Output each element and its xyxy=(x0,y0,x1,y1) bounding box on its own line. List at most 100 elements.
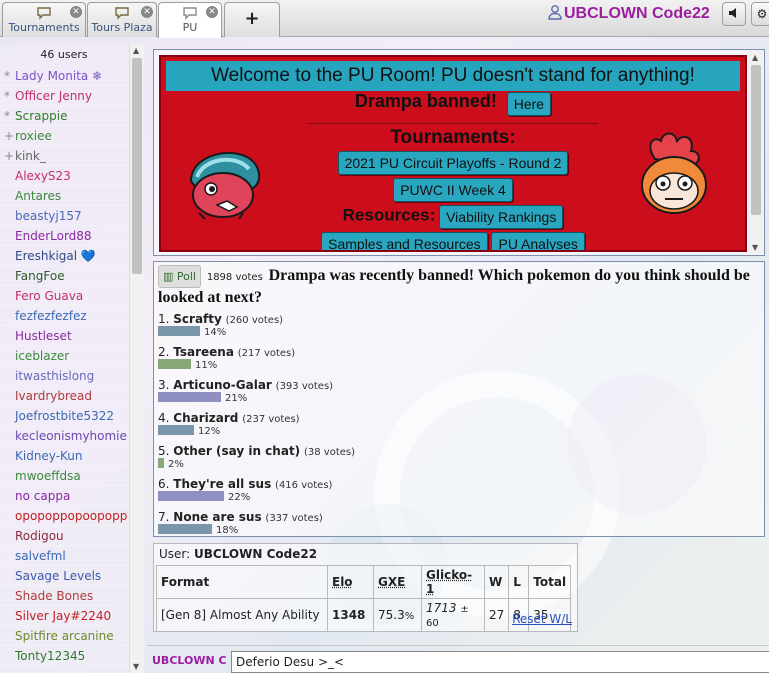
tab-label: Tours Plaza xyxy=(91,21,153,34)
scroll-down-icon[interactable]: ▼ xyxy=(752,243,758,252)
user-name: AlexyS23 xyxy=(15,169,71,183)
option-percent: 22% xyxy=(228,492,251,503)
user-name: Officer Jenny xyxy=(15,89,93,103)
user-menu[interactable]: UBCLOWN Code22 xyxy=(548,5,710,23)
user-list-item[interactable]: Ereshkigal 💙 xyxy=(0,246,128,266)
option-name: Tsareena xyxy=(173,345,234,359)
tab-tournaments[interactable]: Tournaments ✕ xyxy=(2,2,86,37)
tournament-link-puwc[interactable]: PUWC II Week 4 xyxy=(393,177,513,202)
resource-link-analyses[interactable]: PU Analyses xyxy=(491,231,585,250)
user-list-item[interactable]: fezfezfezfez xyxy=(0,306,128,326)
table-row: [Gen 8] Almost Any Ability 1348 75.3% 17… xyxy=(156,598,572,632)
user-list-scrollbar[interactable]: ▲ ▼ xyxy=(129,44,144,673)
user-list-item[interactable]: Rodigou xyxy=(0,526,128,546)
tab-pu[interactable]: PU ✕ xyxy=(158,2,222,38)
user-list-item[interactable]: Joefrostbite5322 xyxy=(0,406,128,426)
resource-link-samples[interactable]: Samples and Resources xyxy=(321,231,488,250)
user-list-item[interactable]: * Officer Jenny xyxy=(0,86,128,106)
option-name: Scrafty xyxy=(173,312,222,326)
user-list-item[interactable]: iceblazer xyxy=(0,346,128,366)
user-list-item[interactable]: EnderLord88 xyxy=(0,226,128,246)
user-rank: * xyxy=(4,89,10,103)
resource-link-viability[interactable]: Viability Rankings xyxy=(439,204,564,229)
user-list-item[interactable]: +roxiee xyxy=(0,126,128,146)
resources-heading: Resources: xyxy=(342,205,436,224)
option-bar xyxy=(158,491,224,501)
poll-badge: ▥ Poll xyxy=(158,265,201,288)
new-tab-button[interactable]: + xyxy=(224,2,280,37)
col-total: Total xyxy=(528,565,572,599)
option-percent: 18% xyxy=(216,525,239,536)
chat-log: Welcome to the PU Room! PU doesn't stand… xyxy=(147,44,769,640)
user-name: roxiee xyxy=(15,129,52,143)
user-rank: * xyxy=(4,109,10,123)
option-percent: 14% xyxy=(204,327,227,338)
user-name: FangFoe xyxy=(15,269,65,283)
option-name: Articuno-Galar xyxy=(173,378,272,392)
stats-username: UBCLOWN Code22 xyxy=(194,547,318,561)
option-votes: (260 votes) xyxy=(225,315,284,326)
col-glicko: Glicko-1 xyxy=(421,565,485,599)
user-list-item[interactable]: Silver Jay#2240 xyxy=(0,606,128,626)
user-list-item[interactable]: Shade Bones xyxy=(0,586,128,606)
user-name: beastyj157 xyxy=(15,209,82,223)
user-list-item[interactable]: Tonty12345 xyxy=(0,646,128,666)
scroll-up-icon[interactable]: ▲ xyxy=(133,46,139,55)
option-name: None are sus xyxy=(173,510,262,524)
user-list-item[interactable]: Antares xyxy=(0,186,128,206)
user-list-item[interactable]: * Scrappie xyxy=(0,106,128,126)
user-list-item[interactable]: +kink_ xyxy=(0,146,128,166)
user-rank: + xyxy=(4,129,15,143)
pokemon-sprite-icon xyxy=(189,152,261,220)
tournament-link-playoffs[interactable]: 2021 PU Circuit Playoffs - Round 2 xyxy=(337,150,569,175)
user-list-item[interactable]: opopoppopoopoppo xyxy=(0,506,128,526)
user-list-item[interactable]: mwoeffdsa xyxy=(0,466,128,486)
user-list-item[interactable]: FangFoe xyxy=(0,266,128,286)
poll-option: 3. Articuno-Galar (393 votes) 21% xyxy=(158,378,760,407)
tab-tours-plaza[interactable]: Tours Plaza ✕ xyxy=(87,2,157,37)
cell-glicko: 1713 ± 60 xyxy=(421,598,485,632)
scroll-down-icon[interactable]: ▼ xyxy=(133,662,139,671)
here-button[interactable]: Here xyxy=(506,91,552,116)
user-list: 46 users * Lady Monita ❄ * Officer Jenny * Sc… xyxy=(0,44,145,673)
close-icon[interactable]: ✕ xyxy=(206,6,218,18)
user-list-item[interactable]: Ivardrybread xyxy=(0,386,128,406)
user-list-item[interactable]: Spitfire arcanine xyxy=(0,626,128,646)
option-number: 4. xyxy=(158,411,170,425)
user-list-item[interactable]: AlexyS23 xyxy=(0,166,128,186)
user-list-item[interactable]: kecleonismyhomie xyxy=(0,426,128,446)
scroll-thumb[interactable] xyxy=(132,58,142,274)
user-list-item[interactable]: Savage Levels xyxy=(0,566,128,586)
user-list-item[interactable]: itwasthislong xyxy=(0,366,128,386)
col-losses: L xyxy=(508,565,530,599)
user-list-item[interactable]: * Lady Monita ❄ xyxy=(0,66,128,86)
gear-icon: ⚙ xyxy=(756,7,768,21)
reset-wl-link[interactable]: Reset W/L xyxy=(512,612,572,626)
user-list-item[interactable]: salvefml xyxy=(0,546,128,566)
poll-option: 6. They're all sus (416 votes) 22% xyxy=(158,477,760,506)
cell-gxe: 75.3% xyxy=(373,598,422,632)
option-percent: 2% xyxy=(168,459,184,470)
user-list-item[interactable]: no cappa xyxy=(0,486,128,506)
user-name: EnderLord88 xyxy=(15,229,92,243)
compose-username: UBCLOWN C xyxy=(152,654,227,667)
scroll-up-icon[interactable]: ▲ xyxy=(752,53,758,62)
chat-input[interactable] xyxy=(231,651,769,673)
user-list-item[interactable]: Kidney-Kun xyxy=(0,446,128,466)
close-icon[interactable]: ✕ xyxy=(70,6,82,18)
user-list-item[interactable]: Fero Guava xyxy=(0,286,128,306)
close-icon[interactable]: ✕ xyxy=(141,6,153,18)
banner-divider xyxy=(308,122,598,124)
user-list-item[interactable]: Hustleset xyxy=(0,326,128,346)
sound-button[interactable] xyxy=(722,2,746,26)
user-name: Joefrostbite5322 xyxy=(15,409,115,423)
user-count: 46 users xyxy=(40,48,88,61)
user-list-item[interactable]: beastyj157 xyxy=(0,206,128,226)
intro-scrollbar[interactable]: ▲ ▼ xyxy=(749,51,763,254)
scroll-thumb[interactable] xyxy=(751,65,761,215)
user-name: Silver Jay#2240 xyxy=(15,609,112,623)
plus-icon: + xyxy=(244,8,260,29)
user-name: Hustleset xyxy=(15,329,72,343)
room-intro: Welcome to the PU Room! PU doesn't stand… xyxy=(153,49,765,256)
settings-button[interactable]: ⚙ xyxy=(751,2,769,26)
